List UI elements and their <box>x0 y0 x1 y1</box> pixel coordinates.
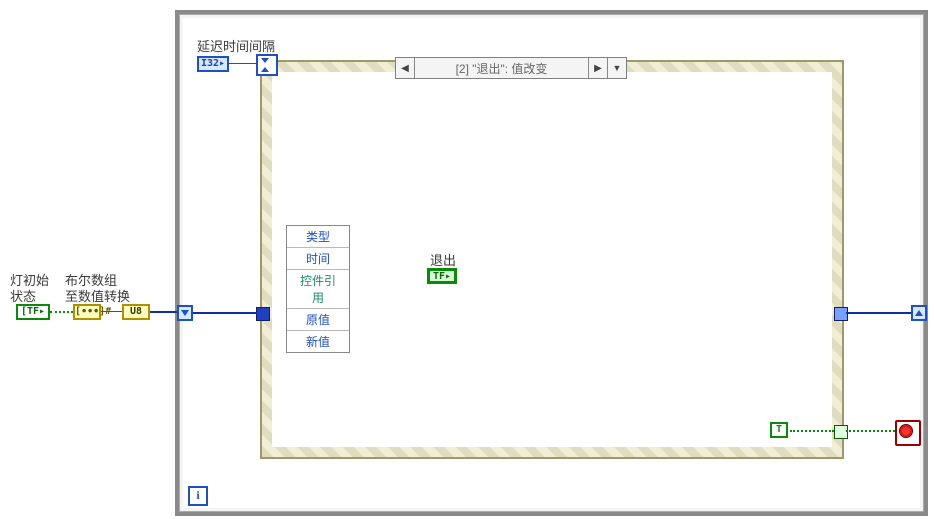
wire-u8-to-shiftreg <box>150 311 177 313</box>
event-case-selector[interactable]: ◀ [2] "退出": 值改变 ▶ ▼ <box>395 57 627 79</box>
wire-shiftreg-to-event <box>193 312 257 314</box>
light-initial-state-label-l2: 状态 <box>10 286 36 305</box>
event-data-newval[interactable]: 新值 <box>287 331 349 352</box>
wire-tf-to-boolarr <box>50 311 73 313</box>
bool-array-control-terminal[interactable]: [TF▸ <box>16 304 50 320</box>
shift-register-left[interactable] <box>177 305 193 321</box>
event-tunnel-right-blue[interactable] <box>834 307 848 321</box>
event-data-time[interactable]: 时间 <box>287 248 349 270</box>
event-data-ctlref[interactable]: 控件引用 <box>287 270 349 309</box>
wire-trueconst-to-tunnel <box>790 430 834 432</box>
wire-boolarr-to-u8 <box>101 311 122 312</box>
labview-block-diagram: i ◀ [2] "退出": 值改变 ▶ ▼ 类型 时间 控件引用 原值 新值 延… <box>0 0 934 519</box>
true-constant[interactable]: T <box>770 422 788 438</box>
exit-label: 退出 <box>430 250 456 269</box>
event-data-node[interactable]: 类型 时间 控件引用 原值 新值 <box>286 225 350 353</box>
event-case-dropdown-button[interactable]: ▼ <box>607 58 626 78</box>
wire-event-to-shiftreg-right <box>846 312 911 314</box>
event-case-next-button[interactable]: ▶ <box>588 58 607 78</box>
u8-conversion-node[interactable]: U8 <box>122 304 150 320</box>
event-case-label: [2] "退出": 值改变 <box>415 60 588 77</box>
wire-tunnel-to-stop <box>846 430 895 432</box>
i32-delay-control-terminal[interactable]: I32▸ <box>197 56 229 72</box>
event-tunnel-right-green[interactable] <box>834 425 848 439</box>
loop-stop-terminal[interactable] <box>895 420 921 446</box>
delay-interval-label: 延迟时间间隔 <box>197 36 275 55</box>
exit-bool-control-terminal[interactable]: TF▸ <box>427 268 457 284</box>
event-case-prev-button[interactable]: ◀ <box>396 58 415 78</box>
event-tunnel-left-blue[interactable] <box>256 307 270 321</box>
event-timeout-terminal[interactable] <box>256 54 278 76</box>
shift-register-right[interactable] <box>911 305 927 321</box>
event-structure-interior <box>272 72 832 447</box>
event-data-oldval[interactable]: 原值 <box>287 309 349 331</box>
wire-i32-to-timeout <box>229 63 256 64</box>
event-data-type[interactable]: 类型 <box>287 226 349 248</box>
bool-array-label-l2: 至数值转换 <box>65 286 130 305</box>
loop-iteration-terminal[interactable]: i <box>188 486 208 506</box>
bool-array-to-number-node[interactable]: [∙∙∙]# <box>73 304 101 320</box>
